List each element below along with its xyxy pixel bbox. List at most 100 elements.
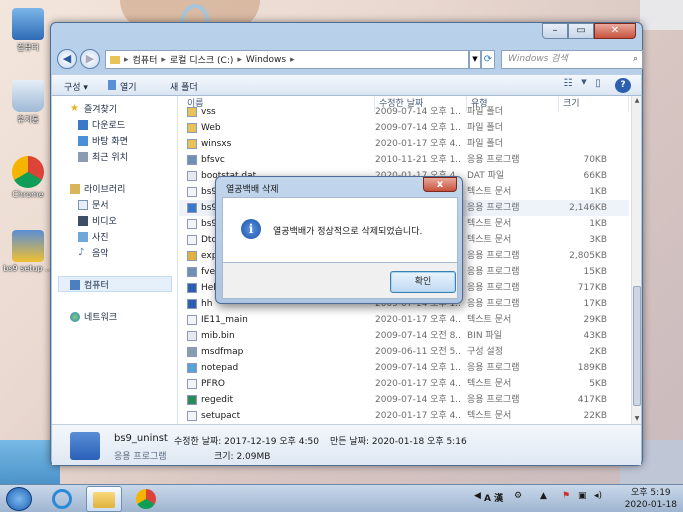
desktop-icon-chrome[interactable]: Chrome xyxy=(0,156,56,199)
file-date: 2009-07-14 오후 1... xyxy=(375,395,461,405)
address-bar[interactable]: ▸ 컴퓨터 ▸ 로컬 디스크 (C:) ▸ Windows ▸ xyxy=(105,50,469,69)
file-type: 텍스트 문서 xyxy=(467,187,512,197)
nav-item-music[interactable]: ♪ 음악 xyxy=(78,246,109,259)
file-row[interactable]: vss 2009-07-14 오후 1... 파일 폴더 xyxy=(179,104,629,120)
file-size: 3KB xyxy=(589,235,607,245)
file-type: 응용 프로그램 xyxy=(467,395,520,405)
nav-item-network[interactable]: 네트워크 xyxy=(70,310,117,323)
ime-settings-icon[interactable]: ⚙ xyxy=(514,491,522,501)
address-dropdown-button[interactable]: ▼ xyxy=(469,50,481,69)
view-options-icon[interactable]: ☷ xyxy=(560,78,576,93)
config-icon xyxy=(187,347,197,357)
recent-places-icon xyxy=(78,151,88,162)
desktop-icon-computer[interactable]: 컴퓨터 xyxy=(0,8,56,53)
close-button[interactable]: ✕ xyxy=(594,23,636,39)
file-row[interactable]: IE11_main 2020-01-17 오후 4... 텍스트 문서 29KB xyxy=(179,312,629,328)
nav-item-downloads[interactable]: 다운로드 xyxy=(78,118,125,131)
file-row[interactable]: PFRO 2020-01-17 오후 4... 텍스트 문서 5KB xyxy=(179,376,629,392)
help-icon[interactable]: ? xyxy=(615,78,631,93)
scroll-up-arrow-icon[interactable]: ▲ xyxy=(632,96,642,106)
search-input[interactable]: Windows 검색 ⌕ xyxy=(501,50,643,69)
nav-item-documents[interactable]: 문서 xyxy=(78,198,109,211)
nav-item-favorites[interactable]: ★ 즐겨찾기 xyxy=(70,102,117,115)
file-type: DAT 파일 xyxy=(467,171,505,181)
file-row[interactable]: Web 2009-07-14 오후 1... 파일 폴더 xyxy=(179,120,629,136)
file-row[interactable]: msdfmap 2009-06-11 오전 5... 구성 설정 2KB xyxy=(179,344,629,360)
tray-show-hidden-icon[interactable]: ◀ xyxy=(474,491,481,501)
folder-icon xyxy=(187,107,197,117)
start-button[interactable] xyxy=(6,487,32,511)
breadcrumb-separator: ▸ xyxy=(161,54,166,65)
taskbar-explorer[interactable] xyxy=(86,486,122,512)
preview-pane-icon[interactable]: ▯ xyxy=(590,78,606,93)
file-type: 응용 프로그램 xyxy=(467,267,520,277)
file-row[interactable]: mib.bin 2009-07-14 오전 8... BIN 파일 43KB xyxy=(179,328,629,344)
dialog-close-button[interactable]: x xyxy=(423,177,457,192)
back-button[interactable]: ◀ xyxy=(57,49,77,69)
nav-item-libraries[interactable]: 라이브러리 xyxy=(70,182,125,195)
file-date: 2020-01-17 오후 4... xyxy=(375,411,461,421)
file-row[interactable]: winsxs 2020-01-17 오후 4... 파일 폴더 xyxy=(179,136,629,152)
open-button[interactable]: 열기 xyxy=(120,80,137,93)
file-type: 파일 폴더 xyxy=(467,139,503,149)
file-type: 파일 폴더 xyxy=(467,107,503,117)
taskbar-ie[interactable] xyxy=(44,486,80,512)
nav-item-desktop[interactable]: 바탕 화면 xyxy=(78,134,128,147)
file-name: Web xyxy=(201,123,221,133)
nav-item-videos[interactable]: 비디오 xyxy=(78,214,117,227)
organize-menu[interactable]: 구성 ▾ xyxy=(64,80,88,93)
file-row[interactable]: regedit 2009-07-14 오후 1... 응용 프로그램 417KB xyxy=(179,392,629,408)
taskbar-chrome[interactable] xyxy=(128,486,164,512)
file-size: 70KB xyxy=(583,155,607,165)
ime-indicator[interactable]: A 漢 xyxy=(484,491,503,504)
download-folder-icon xyxy=(78,119,88,130)
file-date: 2009-07-14 오전 8... xyxy=(375,331,461,341)
tray-expand-icon[interactable]: ▲ xyxy=(540,491,547,501)
new-folder-button[interactable]: 새 폴더 xyxy=(170,80,198,93)
breadcrumb-local-disk[interactable]: 로컬 디스크 (C:) xyxy=(170,53,233,66)
breadcrumb-windows[interactable]: Windows xyxy=(246,55,286,65)
file-type: 응용 프로그램 xyxy=(467,299,520,309)
vertical-scrollbar[interactable]: ▲ ▼ xyxy=(631,96,641,424)
text-icon xyxy=(187,315,197,325)
file-row[interactable]: setupact 2020-01-17 오후 4... 텍스트 문서 22KB xyxy=(179,408,629,424)
nav-item-pictures[interactable]: 사진 xyxy=(78,230,109,243)
maximize-button[interactable]: ▭ xyxy=(568,23,594,39)
file-date: 2020-01-17 오후 4... xyxy=(375,315,461,325)
pictures-icon xyxy=(78,231,88,242)
system-clock[interactable]: 오후 5:19 2020-01-18 xyxy=(625,487,677,511)
action-center-icon[interactable]: ⚑ xyxy=(562,491,570,501)
command-bar: 구성 ▾ 열기 새 폴더 ☷ ▼ ▯ ? xyxy=(52,74,641,96)
desktop-icon-setup[interactable]: bs9 setup ... xyxy=(0,230,56,273)
breadcrumb-separator: ▸ xyxy=(124,54,129,65)
file-name: setupact xyxy=(201,411,241,421)
scroll-down-arrow-icon[interactable]: ▼ xyxy=(632,414,642,424)
nav-item-recent[interactable]: 최근 위치 xyxy=(78,150,128,163)
file-date: 2010-11-21 오후 1... xyxy=(375,155,461,165)
text-icon xyxy=(187,219,197,229)
desktop-icon-recycle-bin[interactable]: 휴지통 xyxy=(0,80,56,125)
dialog-content: i 열공백배가 정상적으로 삭제되었습니다. xyxy=(222,197,458,263)
volume-icon[interactable]: ◂) xyxy=(594,491,602,501)
ok-button[interactable]: 확인 xyxy=(390,271,456,293)
forward-button[interactable]: ▶ xyxy=(80,49,100,69)
notepad-icon xyxy=(187,363,197,373)
file-name: regedit xyxy=(201,395,234,405)
dialog-title: 열공백배 삭제 xyxy=(226,185,279,195)
desktop-icon-label: 컴퓨터 xyxy=(16,43,40,52)
computer-icon xyxy=(12,8,44,40)
network-icon[interactable]: ▣ xyxy=(578,491,587,501)
search-icon: ⌕ xyxy=(632,54,638,64)
minimize-button[interactable]: – xyxy=(542,23,568,39)
breadcrumb-computer[interactable]: 컴퓨터 xyxy=(133,53,158,66)
folder-icon xyxy=(110,55,120,64)
help-icon xyxy=(187,299,197,309)
refresh-button[interactable]: ⟳ xyxy=(481,50,495,69)
nav-item-label: 즐겨찾기 xyxy=(84,105,118,115)
file-row[interactable]: notepad 2009-07-14 오후 1... 응용 프로그램 189KB xyxy=(179,360,629,376)
file-size: 66KB xyxy=(583,171,607,181)
nav-item-computer[interactable]: 컴퓨터 xyxy=(70,278,109,291)
scroll-thumb[interactable] xyxy=(633,286,641,406)
desktop-icon-label: bs9 setup ... xyxy=(3,264,53,273)
file-row[interactable]: bfsvc 2010-11-21 오후 1... 응용 프로그램 70KB xyxy=(179,152,629,168)
